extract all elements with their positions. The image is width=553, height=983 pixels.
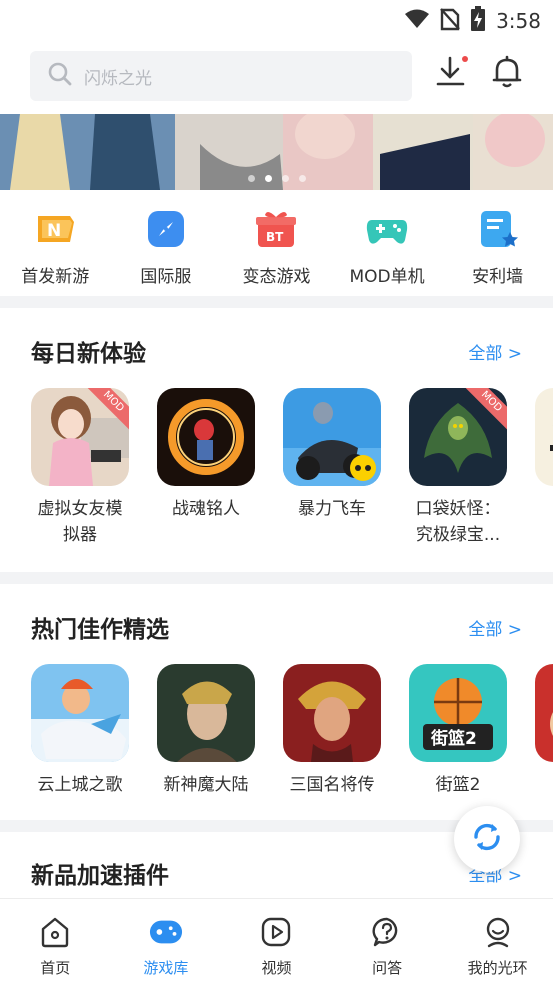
game-item[interactable]: 暴力飞车 [282,388,382,522]
view-all-link[interactable]: 全部 > [468,615,522,640]
game-name: 口袋妖怪：究极绿宝... [415,499,501,545]
notification-button[interactable] [487,54,527,94]
game-icon: MOD [409,388,507,486]
home-icon [38,915,72,949]
game-name: 暴力飞车 [298,499,366,519]
gamepad-icon [366,208,408,250]
nav-video[interactable]: 视频 [221,899,332,983]
game-name: 云上城之歌 [37,775,123,795]
banner-dots [0,175,553,182]
game-item[interactable]: 三国名将传 [282,664,382,798]
game-name: 巨 [534,772,553,798]
nav-game-library[interactable]: 游戏库 [111,899,222,983]
banner-dot[interactable] [298,175,306,182]
game-item[interactable]: 巨 [534,664,553,798]
section-title: 每日新体验 [31,341,146,367]
category-new-games[interactable]: N 首发新游 [0,190,111,296]
category-row: N 首发新游 国际服 BT 变态游戏 MOD单机 安利墙 [0,190,553,296]
game-item[interactable]: 街篮2 街篮2 [408,664,508,798]
compass-icon [145,208,187,250]
refresh-button[interactable] [454,806,520,872]
game-name: 虚拟女友模拟器 [37,499,123,545]
game-icon [31,664,129,762]
new-game-icon: N [34,208,76,250]
banner-dot[interactable] [281,175,289,182]
battery-charging-icon [470,6,486,36]
game-icon: MOD [31,388,129,486]
search-placeholder: 闪烁之光 [84,68,152,89]
category-mod[interactable]: MOD单机 [332,190,443,296]
nav-label: 问答 [372,959,403,977]
game-name: 街篮2 [435,775,481,795]
section-daily-new: 每日新体验 全部 > MOD 虚拟女友模拟器 战魂铭人 暴力飞车 MOD 口袋妖… [0,308,553,572]
game-row: MOD 虚拟女友模拟器 战魂铭人 暴力飞车 MOD 口袋妖怪：究极绿宝... [0,388,553,568]
section-hot-picks: 热门佳作精选 全部 > 云上城之歌 新神魔大陆 三国名将传 街篮2 街篮2 [0,584,553,820]
bell-icon [491,55,523,93]
category-label: 国际服 [140,267,192,287]
banner-dot[interactable] [264,175,272,182]
status-time: 3:58 [496,9,541,33]
question-icon [370,915,404,949]
game-icon [283,664,381,762]
game-item[interactable]: 云上城之歌 [30,664,130,798]
game-icon [535,388,553,486]
nav-profile[interactable]: 我的光环 [442,899,553,983]
profile-icon [481,915,515,949]
no-sim-icon [440,7,460,35]
nav-home[interactable]: 首页 [0,899,111,983]
nav-label: 我的光环 [467,959,528,977]
category-international[interactable]: 国际服 [111,190,222,296]
nav-label: 视频 [261,959,292,977]
section-divider [0,572,553,584]
view-all-link[interactable]: 全部 > [468,339,522,364]
game-name: 首( [534,496,553,522]
category-label: 首发新游 [21,267,90,287]
status-bar: 3:58 [0,0,553,38]
game-name: 战魂铭人 [172,499,240,519]
category-label: 安利墙 [472,267,524,287]
game-row: 云上城之歌 新神魔大陆 三国名将传 街篮2 街篮2 巨 [0,664,553,814]
game-icon: 街篮2 [409,664,507,762]
game-item[interactable]: MOD 虚拟女友模拟器 [30,388,130,548]
svg-text:BT: BT [266,230,284,244]
game-icon [283,388,381,486]
category-recommend-wall[interactable]: 安利墙 [442,190,553,296]
game-item[interactable]: 战魂铭人 [156,388,256,522]
banner-dot[interactable] [247,175,255,182]
bottom-nav: 首页 游戏库 视频 问答 我的光环 [0,898,553,983]
video-icon [259,915,293,949]
nav-qa[interactable]: 问答 [332,899,443,983]
note-star-icon [477,208,519,250]
wifi-icon [404,8,430,34]
game-library-icon [149,915,183,949]
section-title: 新品加速插件 [31,863,169,889]
game-icon [157,388,255,486]
search-input[interactable]: 闪烁之光 [30,51,412,101]
nav-label: 游戏库 [143,959,189,977]
header: 闪烁之光 [0,38,553,114]
banner-carousel[interactable] [0,114,553,190]
section-title: 热门佳作精选 [31,617,169,643]
game-icon [157,664,255,762]
download-icon [435,55,469,93]
game-name: 新神魔大陆 [163,775,249,795]
refresh-icon [470,820,504,858]
category-bt-games[interactable]: BT 变态游戏 [221,190,332,296]
game-item[interactable]: 首( [534,388,553,522]
game-item[interactable]: MOD 口袋妖怪：究极绿宝... [408,388,508,548]
category-label: 变态游戏 [242,267,311,287]
download-button[interactable] [432,54,472,94]
svg-text:街篮2: 街篮2 [430,728,477,749]
svg-text:N: N [47,221,61,241]
category-label: MOD单机 [349,267,425,287]
search-icon [48,62,72,90]
nav-label: 首页 [40,959,71,977]
section-divider [0,296,553,308]
bt-gift-icon: BT [255,208,297,250]
game-item[interactable]: 新神魔大陆 [156,664,256,798]
game-name: 三国名将传 [289,775,375,795]
game-icon [535,664,553,762]
